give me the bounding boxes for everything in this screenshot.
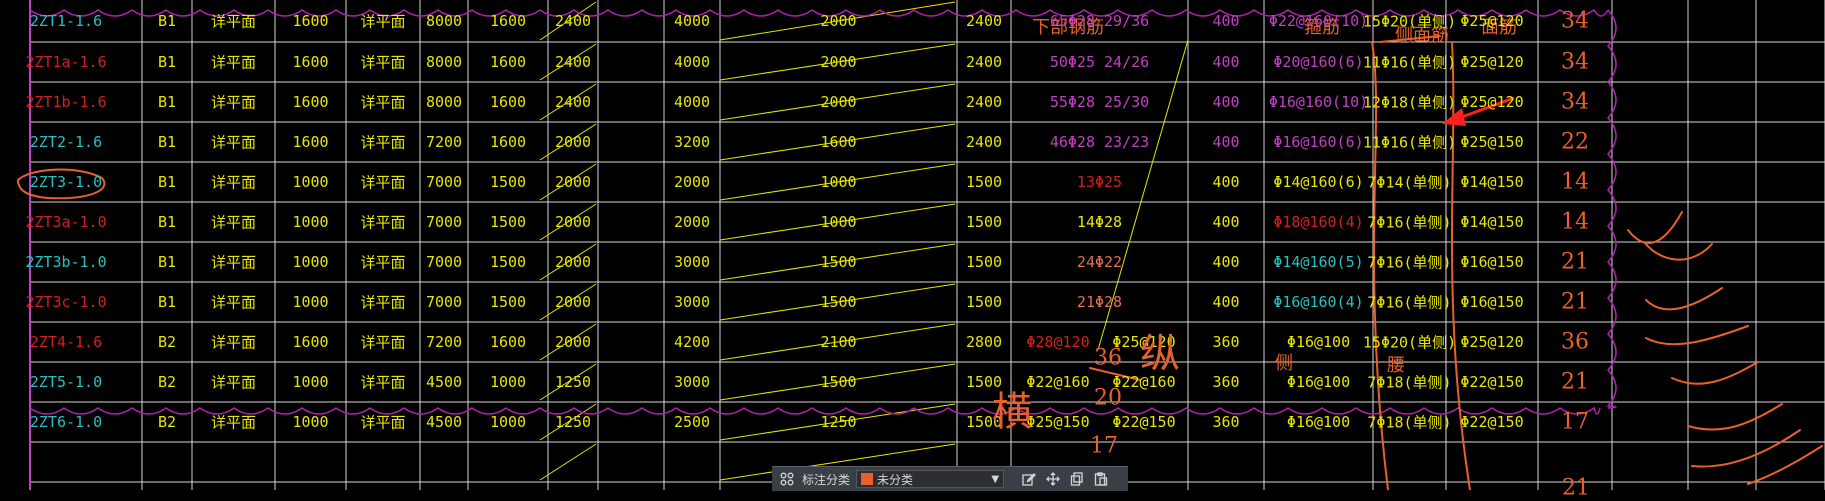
diagonal-b <box>719 123 956 161</box>
markup-stroke <box>1089 367 1141 381</box>
diagonal-long <box>1097 39 1189 351</box>
revision-clouds <box>29 8 1617 415</box>
category-select-value: 未分类 <box>877 472 914 487</box>
diagonal-b <box>719 363 956 401</box>
move-icon[interactable] <box>1044 470 1062 488</box>
category-select[interactable]: 未分类 ▼ <box>856 470 1005 488</box>
chevron-down-icon: ▼ <box>991 473 1000 485</box>
grid-icon[interactable] <box>778 470 796 488</box>
diagonal-b <box>719 163 956 201</box>
diagonal-b <box>719 1 956 41</box>
markup-stroke <box>1747 445 1823 485</box>
diagonal-lines <box>539 1 1189 481</box>
markup-stroke <box>1645 325 1749 346</box>
diagonal-b <box>719 283 956 321</box>
markup-stroke <box>1379 35 1441 43</box>
category-color-swatch <box>861 473 874 485</box>
table-grid <box>29 0 1825 490</box>
diagonal-b <box>719 243 956 281</box>
markup-stroke <box>1627 211 1683 244</box>
markup-stroke <box>1643 241 1713 261</box>
cloud-top <box>29 8 1609 17</box>
diagonal-b <box>719 323 956 361</box>
annotation-toolbar: 标注分类 未分类 ▼ <box>772 466 1128 491</box>
paste-icon[interactable] <box>1092 470 1110 488</box>
markup-stroke <box>1687 403 1783 431</box>
copy-icon[interactable] <box>1068 470 1086 488</box>
cad-canvas[interactable] <box>0 0 1825 490</box>
diagonal-b <box>719 43 956 81</box>
markup-stroke <box>1645 287 1723 311</box>
markup-stroke <box>1371 41 1389 490</box>
diagonal-b <box>719 83 956 121</box>
markup-stroke <box>1671 361 1759 385</box>
edit-icon[interactable] <box>1020 470 1038 488</box>
diagonal-b <box>719 403 956 441</box>
cloud-bottom <box>29 406 1601 415</box>
annotation-category-label: 标注分类 <box>802 472 851 487</box>
handwritten-markup <box>17 35 1823 490</box>
diagonal-b <box>719 203 956 241</box>
markup-stroke <box>1691 429 1801 468</box>
